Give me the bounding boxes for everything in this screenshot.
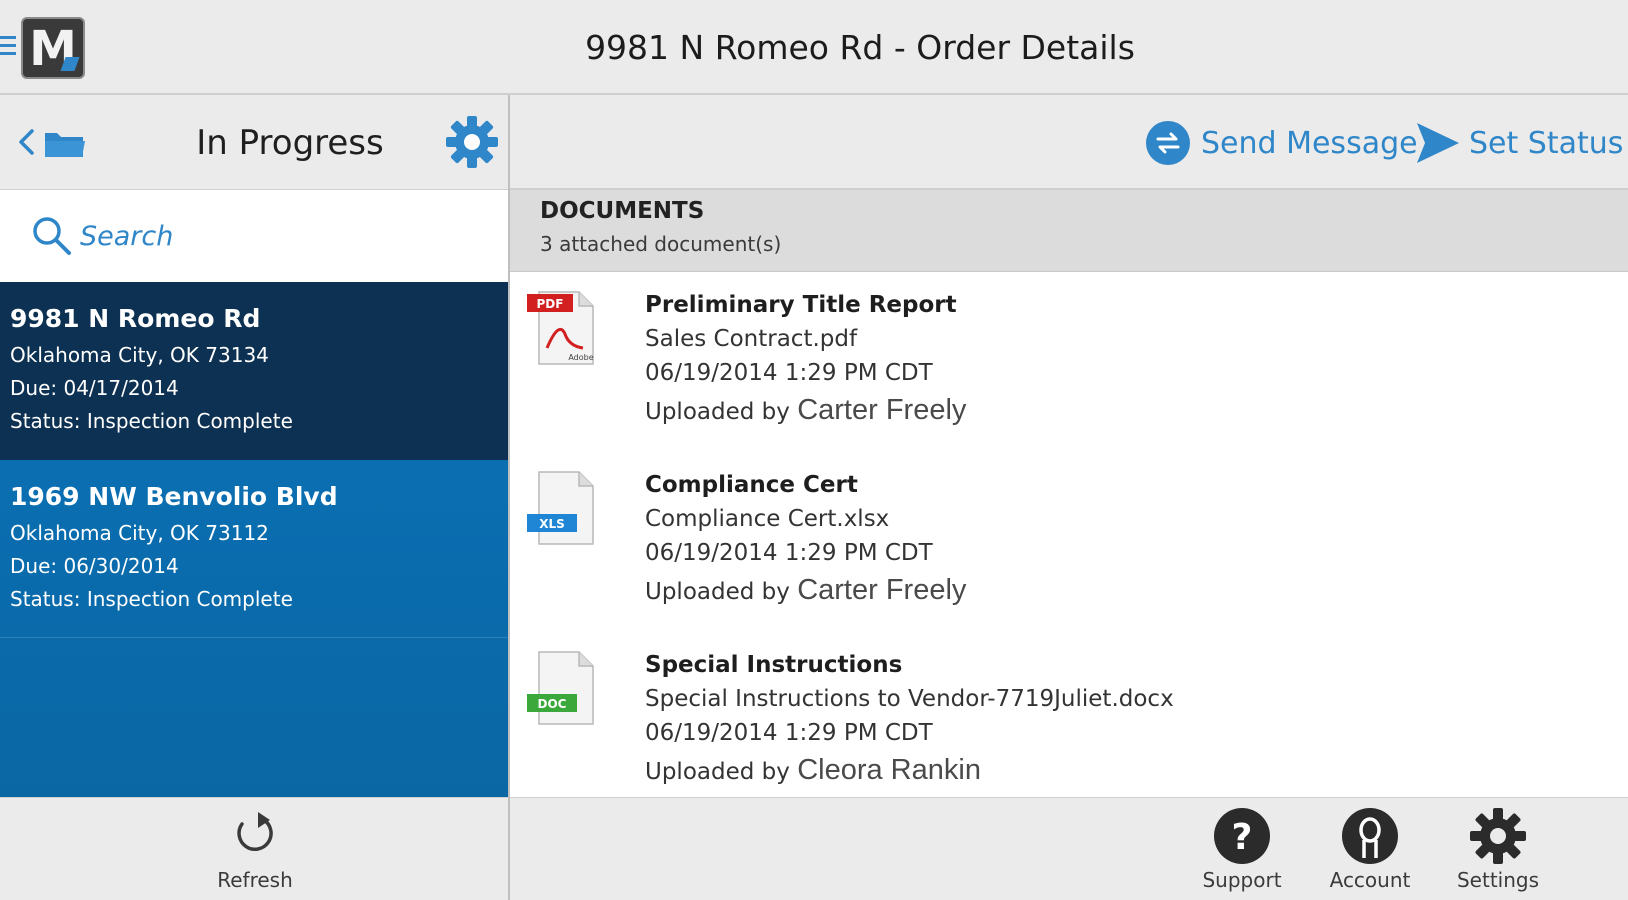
refresh-button[interactable]: Refresh — [200, 798, 310, 900]
paper-plane-icon — [1417, 123, 1459, 163]
order-item[interactable]: 1969 NW Benvolio Blvd Oklahoma City, OK … — [0, 460, 508, 638]
account-icon — [1342, 808, 1398, 864]
send-message-icon — [1146, 121, 1190, 165]
document-filename: Compliance Cert.xlsx — [645, 506, 890, 532]
refresh-label: Refresh — [217, 868, 293, 892]
xls-file-icon: XLS — [527, 471, 594, 545]
order-item-selected[interactable]: 9981 N Romeo Rd Oklahoma City, OK 73134 … — [0, 282, 508, 460]
order-list: 9981 N Romeo Rd Oklahoma City, OK 73134 … — [0, 282, 508, 797]
document-list: PDF Adobe Preliminary Title Report Sales… — [510, 272, 1628, 797]
support-label: Support — [1202, 868, 1282, 892]
bottom-toolbar: ? Support Account Settings — [510, 797, 1628, 900]
pdf-file-icon: PDF Adobe — [527, 291, 594, 365]
app-logo[interactable]: M — [21, 17, 85, 79]
set-status-button[interactable]: Set Status — [1415, 119, 1623, 167]
settings-label: Settings — [1456, 868, 1540, 892]
page-title: 9981 N Romeo Rd - Order Details — [585, 28, 1135, 67]
document-uploader: Uploaded by Carter Freely — [645, 394, 966, 427]
title-bar: M 9981 N Romeo Rd - Order Details — [0, 0, 1628, 95]
refresh-icon — [237, 812, 273, 851]
uploaded-by-prefix: Uploaded by — [645, 759, 790, 785]
adobe-text: Adobe — [568, 353, 593, 362]
question-mark-icon: ? — [1214, 808, 1270, 864]
doc-file-icon: DOC — [527, 651, 594, 725]
order-due: Due: 04/17/2014 — [10, 376, 179, 400]
order-list-pane: In Progress Search 9981 N Romeo Rd Oklah… — [0, 95, 508, 900]
document-item[interactable]: XLS Compliance Cert Compliance Cert.xlsx… — [510, 452, 1628, 632]
document-date: 06/19/2014 1:29 PM CDT — [645, 720, 933, 746]
document-date: 06/19/2014 1:29 PM CDT — [645, 360, 933, 386]
document-name: Special Instructions — [645, 652, 903, 678]
hamburger-menu-icon[interactable] — [0, 36, 16, 58]
settings-gear-icon — [1470, 808, 1526, 864]
folder-icon[interactable] — [43, 129, 87, 159]
uploader-name: Carter Freely — [797, 574, 967, 606]
uploaded-by-prefix: Uploaded by — [645, 579, 790, 605]
pdf-badge-text: PDF — [537, 297, 564, 311]
documents-title: DOCUMENTS — [540, 198, 705, 224]
search-bar — [0, 190, 508, 282]
svg-text:?: ? — [1232, 817, 1253, 858]
order-due: Due: 06/30/2014 — [10, 554, 179, 578]
order-street: 1969 NW Benvolio Blvd — [10, 482, 338, 511]
document-uploader: Uploaded by Carter Freely — [645, 574, 966, 607]
document-details: Preliminary Title Report Sales Contract.… — [645, 292, 966, 427]
documents-header: DOCUMENTS 3 attached document(s) — [510, 190, 1628, 272]
document-item[interactable]: PDF Adobe Preliminary Title Report Sales… — [510, 272, 1628, 452]
document-date: 06/19/2014 1:29 PM CDT — [645, 540, 933, 566]
settings-button[interactable]: Settings — [1438, 798, 1558, 900]
document-name: Compliance Cert — [645, 472, 858, 498]
xls-badge-text: XLS — [539, 517, 565, 531]
account-label: Account — [1329, 868, 1411, 892]
document-filename: Special Instructions to Vendor-7719Julie… — [645, 686, 1174, 712]
order-city: Oklahoma City, OK 73134 — [10, 343, 269, 367]
left-pane-footer: Refresh — [0, 797, 508, 900]
search-icon — [33, 217, 71, 255]
order-status: Status: Inspection Complete — [10, 409, 293, 433]
order-status: Status: Inspection Complete — [10, 587, 293, 611]
document-details: Special Instructions Special Instruction… — [645, 652, 1174, 787]
document-uploader: Uploaded by Cleora Rankin — [645, 754, 1174, 787]
left-pane-title: In Progress — [196, 123, 384, 163]
document-item[interactable]: DOC Special Instructions Special Instruc… — [510, 632, 1628, 797]
documents-count: 3 attached document(s) — [540, 232, 782, 256]
set-status-label: Set Status — [1469, 125, 1624, 161]
doc-badge-text: DOC — [538, 697, 567, 711]
uploader-name: Cleora Rankin — [797, 754, 981, 786]
back-chevron-icon[interactable] — [16, 129, 38, 155]
gear-icon[interactable] — [444, 114, 500, 170]
account-button[interactable]: Account — [1310, 798, 1430, 900]
send-message-label: Send Message — [1201, 125, 1418, 161]
order-details-pane: Send Message Set Status DOCUMENTS 3 atta… — [510, 95, 1628, 900]
document-name: Preliminary Title Report — [645, 292, 957, 318]
uploaded-by-prefix: Uploaded by — [645, 399, 790, 425]
document-details: Compliance Cert Compliance Cert.xlsx 06/… — [645, 472, 966, 607]
document-filename: Sales Contract.pdf — [645, 326, 858, 352]
uploader-name: Carter Freely — [797, 394, 967, 426]
order-street: 9981 N Romeo Rd — [10, 304, 261, 333]
search-input[interactable] — [80, 214, 400, 258]
order-city: Oklahoma City, OK 73112 — [10, 521, 269, 545]
left-pane-header: In Progress — [0, 95, 508, 190]
send-message-button[interactable]: Send Message — [1145, 119, 1418, 167]
app-window: M 9981 N Romeo Rd - Order Details In Pro… — [0, 0, 1628, 900]
action-bar: Send Message Set Status — [510, 95, 1628, 190]
support-button[interactable]: ? Support — [1182, 798, 1302, 900]
